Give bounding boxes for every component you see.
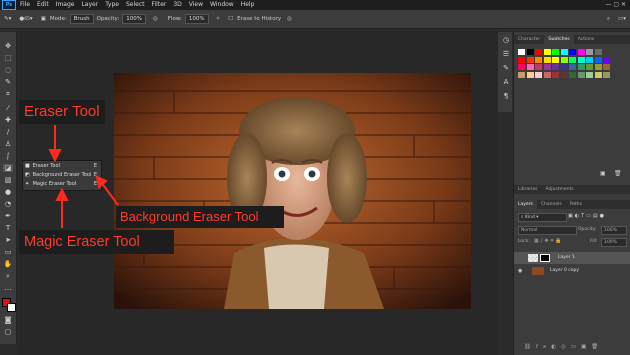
color-swatch[interactable] <box>518 49 525 55</box>
layer-filter-kind: Kind <box>524 215 535 220</box>
color-swatch[interactable] <box>603 56 610 63</box>
color-swatch[interactable] <box>603 71 610 78</box>
color-swatch[interactable] <box>594 71 602 78</box>
color-swatch[interactable] <box>577 64 585 70</box>
color-swatch[interactable] <box>586 49 593 55</box>
color-swatch[interactable] <box>586 56 593 63</box>
color-swatch[interactable] <box>577 71 585 78</box>
color-swatch[interactable] <box>526 64 534 70</box>
color-swatch[interactable] <box>560 71 568 78</box>
layer-opacity-label: Opacity: <box>578 227 597 232</box>
color-swatch[interactable] <box>552 71 559 78</box>
lock-icons[interactable]: ▦∕✥⌗🔒 <box>534 238 564 244</box>
layer-thumbnail <box>532 267 544 275</box>
color-swatch[interactable] <box>552 64 559 70</box>
layer-opacity-field[interactable]: 100% <box>601 226 627 235</box>
layers-bottom-icons[interactable]: ⛓fx◐◎▭▣🗑 <box>524 344 603 350</box>
tab-actions[interactable]: Actions <box>574 35 598 44</box>
color-swatch[interactable] <box>586 71 593 78</box>
layer-mask-thumbnail[interactable] <box>540 254 550 262</box>
color-swatch[interactable] <box>594 49 602 55</box>
layer-name: Layer 0 copy <box>550 268 580 273</box>
tab-layers[interactable]: Layers <box>514 200 537 209</box>
eye-icon[interactable]: ◉ <box>518 265 522 277</box>
tab-libraries[interactable]: Libraries <box>514 185 541 194</box>
color-swatch[interactable] <box>552 56 559 63</box>
swatches-panel-tabs: Character Swatches Actions <box>514 35 630 44</box>
right-panel-dock: Character Swatches Actions ▣ 🗑 Libraries… <box>513 32 630 355</box>
color-swatch[interactable] <box>543 56 551 63</box>
delete-swatch-icon[interactable]: 🗑 <box>614 170 622 177</box>
panel-icon-strip: ◷ ☰ ✎ A ¶ <box>498 32 512 112</box>
color-swatch[interactable] <box>552 49 559 55</box>
color-swatch[interactable] <box>569 64 576 70</box>
arrow-background-eraser <box>100 181 119 206</box>
color-swatch[interactable] <box>569 49 576 55</box>
tab-adjustments[interactable]: Adjustments <box>541 185 577 194</box>
color-swatch[interactable] <box>603 49 610 55</box>
paragraph-panel-icon[interactable]: ¶ <box>501 92 511 100</box>
color-swatch[interactable] <box>535 64 542 70</box>
color-swatch[interactable] <box>526 56 534 63</box>
color-swatch[interactable] <box>594 64 602 70</box>
color-swatch[interactable] <box>518 56 525 63</box>
lock-label: Lock: <box>518 239 530 244</box>
color-swatch[interactable] <box>577 49 585 55</box>
color-swatch[interactable] <box>535 49 542 55</box>
layer-row-layer-0-copy[interactable]: ◉ Layer 0 copy <box>514 265 630 277</box>
color-swatch[interactable] <box>543 71 551 78</box>
color-swatch[interactable] <box>560 56 568 63</box>
properties-panel-icon[interactable]: ☰ <box>501 50 511 58</box>
layer-row-layer-1[interactable]: Layer 1 <box>514 252 630 264</box>
layer-thumbnail <box>528 254 538 262</box>
tab-channels[interactable]: Channels <box>537 200 566 209</box>
tab-paths[interactable]: Paths <box>566 200 586 209</box>
history-panel-icon[interactable]: ◷ <box>501 36 511 44</box>
color-swatch[interactable] <box>577 56 585 63</box>
color-swatch[interactable] <box>569 71 576 78</box>
new-swatch-icon[interactable]: ▣ <box>600 170 606 177</box>
layer-name: Layer 1 <box>558 255 575 260</box>
color-swatch[interactable] <box>535 71 542 78</box>
color-swatch[interactable] <box>594 56 602 63</box>
color-swatch[interactable] <box>569 56 576 63</box>
blend-mode-select[interactable]: Normal <box>518 226 577 235</box>
color-swatch[interactable] <box>526 71 534 78</box>
layers-panel-tabs: Layers Channels Paths <box>514 200 630 209</box>
color-swatch[interactable] <box>560 49 568 55</box>
color-swatch[interactable] <box>518 71 525 78</box>
layer-filter-select[interactable]: ⌕ Kind ▾ <box>518 213 567 222</box>
color-swatch[interactable] <box>535 56 542 63</box>
tab-swatches[interactable]: Swatches <box>544 35 574 44</box>
character-panel-icon[interactable]: A <box>501 78 511 86</box>
color-swatch[interactable] <box>518 64 525 70</box>
tab-character[interactable]: Character <box>514 35 544 44</box>
color-swatch[interactable] <box>603 64 610 70</box>
fill-field[interactable]: 100% <box>601 238 627 247</box>
fill-label: Fill: <box>590 239 598 244</box>
color-swatch[interactable] <box>586 64 593 70</box>
color-swatch[interactable] <box>526 49 534 55</box>
brush-settings-icon[interactable]: ✎ <box>501 64 511 72</box>
swatch-grid <box>518 49 613 79</box>
color-swatch[interactable] <box>560 64 568 70</box>
layer-filter-icons[interactable]: ▣◐T▭▤● <box>568 213 606 219</box>
color-swatch[interactable] <box>543 49 551 55</box>
libraries-panel-tabs: Libraries Adjustments <box>514 185 630 194</box>
color-swatch[interactable] <box>543 64 551 70</box>
